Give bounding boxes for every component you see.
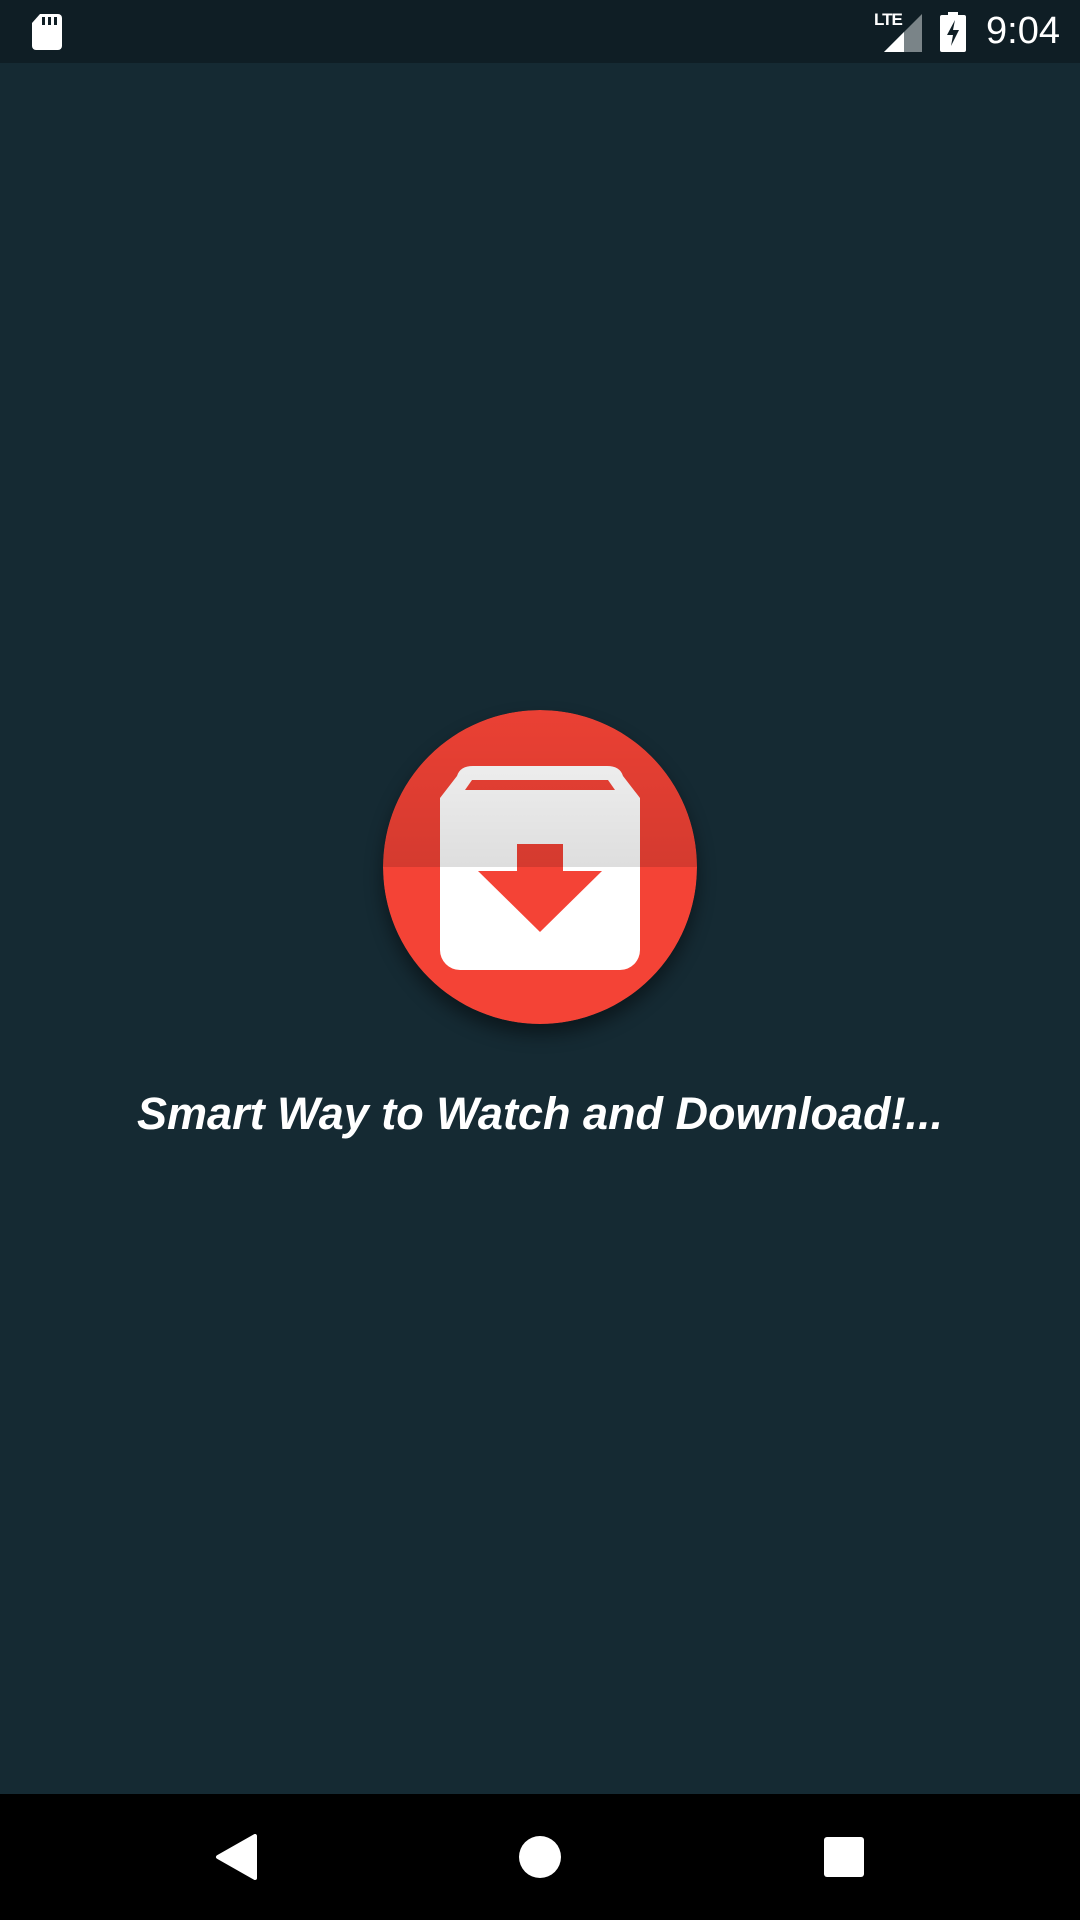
home-circle-icon — [519, 1836, 561, 1878]
status-bar: LTE 9:04 — [0, 0, 1080, 63]
navigation-bar — [0, 1794, 1080, 1920]
back-triangle-icon — [216, 1834, 257, 1880]
network-label: LTE — [874, 9, 903, 29]
network-indicator: LTE — [874, 9, 923, 52]
recents-square-icon — [824, 1837, 864, 1877]
back-button[interactable] — [176, 1794, 296, 1920]
download-box-icon — [383, 710, 697, 1024]
home-button[interactable] — [480, 1794, 600, 1920]
app-logo — [383, 710, 697, 1024]
splash-screen: LTE 9:04 Smart Way to Watch and Download… — [0, 0, 1080, 1920]
sd-card-icon — [32, 14, 62, 50]
splash-tagline: Smart Way to Watch and Download!... — [137, 1088, 943, 1139]
battery-charging-icon — [940, 11, 967, 52]
recents-button[interactable] — [784, 1794, 904, 1920]
status-clock: 9:04 — [986, 10, 1060, 52]
